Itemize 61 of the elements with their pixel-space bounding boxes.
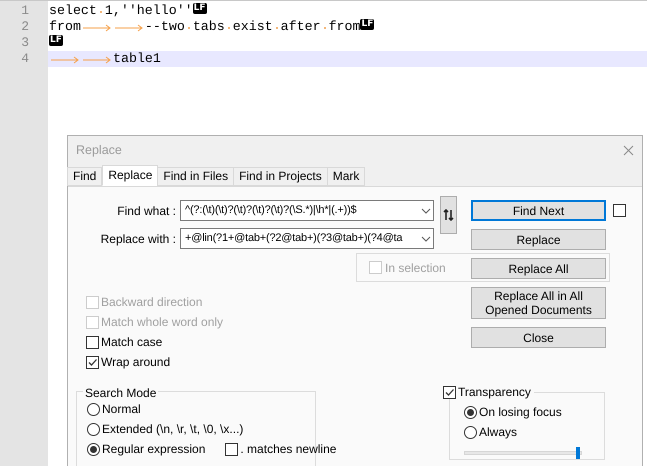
line-ending-mark: LF xyxy=(360,19,374,30)
field-label: Replace with : xyxy=(100,230,177,248)
radio-button[interactable] xyxy=(87,422,100,436)
code-text: --two xyxy=(144,19,185,35)
tab[interactable]: Mark xyxy=(326,167,366,186)
dialog-button[interactable]: Find Next xyxy=(471,200,606,221)
line-number: 1 xyxy=(20,3,30,19)
line-number: 2 xyxy=(20,19,30,35)
dropdown-caret-icon[interactable] xyxy=(421,236,431,242)
tab[interactable]: Replace xyxy=(102,165,158,186)
checkbox[interactable] xyxy=(225,442,238,456)
code-text: 1,''hello'' xyxy=(104,3,193,19)
line-ending-mark: LF xyxy=(49,35,63,46)
dialog-button[interactable]: Replace All xyxy=(471,258,606,279)
code-text: tabs xyxy=(192,19,225,35)
group-title: Transparency xyxy=(458,384,531,401)
code-text: after xyxy=(280,19,321,35)
radio-button[interactable] xyxy=(87,442,100,456)
field-value: +@lin(?1+@tab+(?2@tab+)(?3@tab+)(?4@ta xyxy=(185,231,404,246)
dialog-button[interactable]: Replace All in All Opened Documents xyxy=(471,287,606,319)
option-label: Extended (\n, \r, \t, \0, \x...) xyxy=(102,421,244,438)
field-label: Find what : xyxy=(116,202,177,220)
combo-field[interactable]: ^(?:(\t)(\t)?(\t)?(\t)?(\t)?(\S.*)|\h*|(.+))$ xyxy=(180,200,434,221)
code-text: table1 xyxy=(113,51,161,67)
code-text: exist xyxy=(232,19,273,35)
option-label: Backward direction xyxy=(101,294,202,311)
checkbox[interactable] xyxy=(443,386,456,398)
checkbox[interactable] xyxy=(613,204,626,217)
combo-field[interactable]: +@lin(?1+@tab+(?2@tab+)(?3@tab+)(?4@ta xyxy=(180,228,434,249)
checkbox[interactable] xyxy=(86,336,99,348)
tab[interactable]: Find xyxy=(67,167,102,186)
tab[interactable]: Find in Files xyxy=(157,167,234,186)
option-label: Match case xyxy=(101,334,162,351)
code-text: from xyxy=(49,19,81,35)
dialog-title: Replace xyxy=(76,142,122,160)
radio-button[interactable] xyxy=(464,406,477,418)
option-label: . matches newline xyxy=(240,441,336,458)
dialog-button[interactable]: Close xyxy=(471,327,606,348)
checkbox[interactable] xyxy=(86,356,99,368)
dropdown-caret-icon[interactable] xyxy=(421,208,431,214)
radio-button[interactable] xyxy=(464,426,477,438)
dialog-button[interactable]: Replace xyxy=(471,229,606,250)
option-label: Match whole word only xyxy=(101,314,224,331)
line-number: 3 xyxy=(20,35,30,51)
option-label: Always xyxy=(479,424,518,441)
swap-arrows-icon xyxy=(443,209,454,221)
swap-button[interactable] xyxy=(440,196,457,234)
slider-thumb[interactable] xyxy=(576,447,580,459)
option-label: In selection xyxy=(385,260,446,276)
close-icon[interactable] xyxy=(623,145,634,156)
option-label: Normal xyxy=(102,401,141,418)
option-label: On losing focus xyxy=(479,404,562,421)
option-label: Regular expression xyxy=(102,441,206,458)
tab[interactable]: Find in Projects xyxy=(233,167,328,186)
radio-button[interactable] xyxy=(87,402,100,416)
option-label: Wrap around xyxy=(101,354,170,371)
line-ending-mark: LF xyxy=(192,3,207,14)
line-number: 4 xyxy=(20,51,30,67)
code-text: select xyxy=(49,3,97,19)
code-text: from xyxy=(328,19,360,35)
field-value: ^(?:(\t)(\t)?(\t)?(\t)?(\t)?(\S.*)|\h*|(.+))$ xyxy=(185,203,358,218)
